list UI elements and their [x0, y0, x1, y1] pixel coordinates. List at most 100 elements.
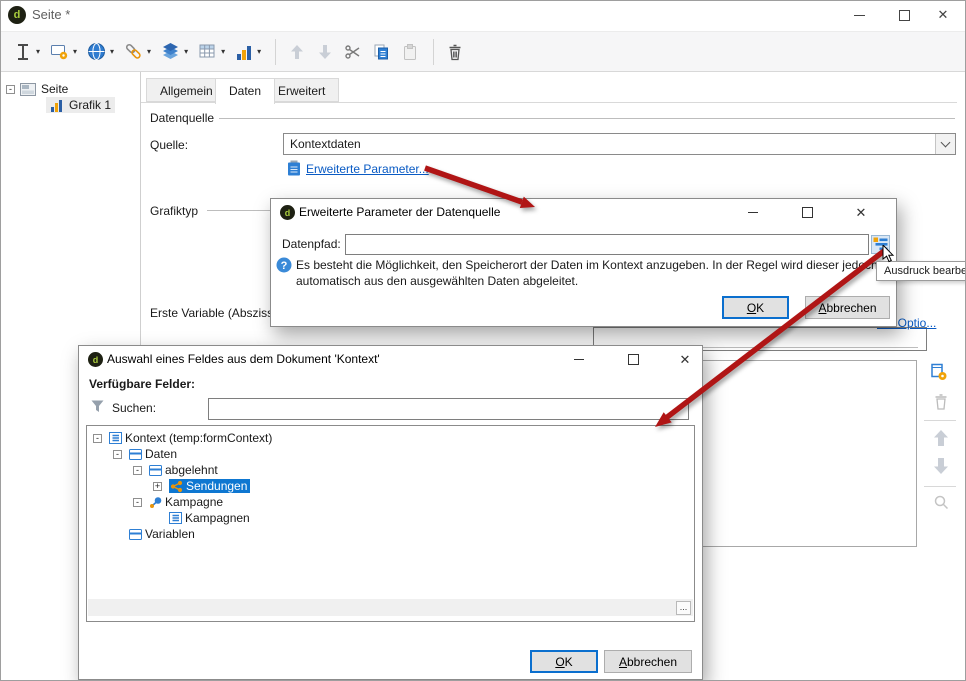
chevron-down-icon	[940, 137, 951, 148]
add-item-icon[interactable]	[930, 363, 948, 381]
tree-item-kampagne[interactable]: - Kampagne	[88, 494, 693, 510]
cut-button[interactable]	[340, 37, 366, 67]
minimize-button[interactable]	[739, 199, 767, 226]
app-logo-icon: d	[280, 205, 295, 220]
copy-button[interactable]	[368, 37, 395, 67]
ok-button[interactable]: OK	[722, 296, 789, 319]
expander-icon[interactable]: -	[133, 465, 142, 475]
filter-icon	[91, 400, 104, 412]
clipboard-blue-icon	[288, 160, 300, 176]
expander-icon[interactable]: -	[93, 433, 102, 443]
cancel-button[interactable]: Abbrechen	[604, 650, 692, 673]
selected-highlight: Sendungen	[169, 479, 251, 493]
chart-tool-button[interactable]: ▾	[231, 37, 265, 67]
cancel-button[interactable]: Abbrechen	[805, 296, 890, 319]
minimize-button[interactable]	[565, 346, 593, 373]
field-tree[interactable]: - Kontext (temp:formContext) - Daten - a…	[86, 425, 695, 622]
expander-icon[interactable]: +	[153, 481, 162, 491]
expander-icon[interactable]: -	[6, 84, 15, 94]
tree-item-variablen[interactable]: Variablen	[88, 526, 693, 542]
tree-item-label: Seite	[41, 82, 69, 96]
layers-icon	[163, 43, 179, 59]
horizontal-scrollbar[interactable]: ...	[88, 599, 693, 616]
group-line	[207, 210, 271, 211]
collection-icon	[149, 464, 162, 476]
tree-item-label: Kampagne	[165, 495, 224, 509]
ok-button-label: O	[555, 654, 565, 669]
chevron-down-icon: ▾	[36, 47, 41, 56]
tree-item-daten[interactable]: - Daten	[88, 446, 693, 462]
cancel-button-label: A	[618, 654, 627, 669]
cancel-button-label: bbrechen	[626, 654, 678, 669]
paste-button[interactable]	[397, 37, 423, 67]
search-input[interactable]	[208, 398, 689, 420]
maximize-button[interactable]	[619, 346, 647, 373]
link-tool-button[interactable]: ▾	[120, 37, 155, 67]
form-control-tool-button[interactable]: ▾	[46, 37, 81, 67]
dialog-info-text: Es besteht die Möglichkeit, den Speicher…	[296, 258, 878, 288]
bar-chart-icon	[237, 45, 252, 60]
ok-button[interactable]: OK	[530, 650, 598, 673]
toolbar-separator	[433, 38, 435, 65]
dropdown-button[interactable]	[935, 134, 955, 154]
move-up-button[interactable]	[284, 37, 310, 67]
help-icon: ?	[276, 257, 292, 273]
chevron-down-icon: ▾	[257, 47, 262, 56]
app-logo-icon: d	[88, 352, 103, 367]
tree-item-label: Sendungen	[186, 479, 248, 493]
arrow-down-icon	[319, 44, 332, 59]
quelle-value: Kontextdaten	[290, 137, 361, 151]
app-logo-icon: d	[8, 6, 26, 24]
tree-item-kontext[interactable]: - Kontext (temp:formContext)	[88, 430, 693, 446]
arrow-up-icon	[291, 44, 304, 59]
group-grafiktyp-label: Grafiktyp	[150, 204, 199, 218]
maximize-button[interactable]	[887, 0, 921, 30]
copy-icon	[374, 44, 389, 59]
minimize-button[interactable]	[842, 0, 876, 30]
list-icon	[109, 432, 122, 444]
search-disabled-icon[interactable]	[933, 494, 950, 511]
tab-daten[interactable]: Daten	[215, 78, 276, 104]
tree-item-sendungen[interactable]: + Sendungen	[88, 478, 693, 494]
table-tool-button[interactable]: ▾	[194, 37, 229, 67]
erste-variable-label: Erste Variable (Abszisse	[150, 306, 272, 320]
tab-erweitert[interactable]: Erweitert	[264, 78, 340, 102]
chevron-down-icon: ▾	[184, 47, 189, 56]
group-datenquelle-label: Datenquelle	[150, 111, 215, 125]
delete-button[interactable]	[442, 37, 468, 67]
tree-item-label: Grafik 1	[69, 98, 112, 112]
web-element-tool-button[interactable]: ▾	[83, 37, 118, 67]
scissors-icon	[345, 44, 360, 59]
tree-item-label: Daten	[145, 447, 178, 461]
move-down-disabled-icon[interactable]	[932, 456, 950, 476]
tree-item-kampagnen[interactable]: Kampagnen	[88, 510, 693, 526]
move-up-disabled-icon[interactable]	[932, 428, 950, 448]
dialog-title: Erweiterte Parameter der Datenquelle	[299, 205, 501, 219]
cancel-button-label: bbrechen	[826, 300, 877, 315]
toolbar-separator	[275, 38, 277, 65]
tree-item-grafik[interactable]: Grafik 1	[46, 97, 116, 113]
quelle-combobox[interactable]: Kontextdaten	[283, 133, 956, 155]
datenpfad-label: Datenpfad:	[282, 237, 341, 251]
trash-disabled-icon[interactable]	[933, 393, 949, 411]
move-down-button[interactable]	[312, 37, 338, 67]
chevron-down-icon: ▾	[73, 47, 78, 56]
ibeam-icon	[18, 43, 28, 60]
list-icon	[169, 512, 182, 524]
close-button[interactable]: ✕	[847, 199, 875, 226]
tree-item-abgelehnt[interactable]: - abgelehnt	[88, 462, 693, 478]
table-icon	[199, 44, 215, 58]
tree-item-seite[interactable]: - Seite	[6, 81, 68, 97]
overflow-button[interactable]: ...	[676, 600, 691, 615]
layers-tool-button[interactable]: ▾	[157, 37, 192, 67]
erweiterte-parameter-link[interactable]: Erweiterte Parameter...	[306, 162, 429, 176]
expander-icon[interactable]: -	[133, 497, 142, 507]
close-button[interactable]: ✕	[926, 0, 960, 30]
collection-icon	[129, 528, 142, 540]
trash-icon	[449, 44, 461, 60]
close-button[interactable]: ✕	[671, 346, 699, 373]
expander-icon[interactable]: -	[113, 449, 122, 459]
datenpfad-input[interactable]	[345, 234, 869, 255]
maximize-button[interactable]	[793, 199, 821, 226]
spacing-tool-button[interactable]: ▾	[10, 37, 44, 67]
